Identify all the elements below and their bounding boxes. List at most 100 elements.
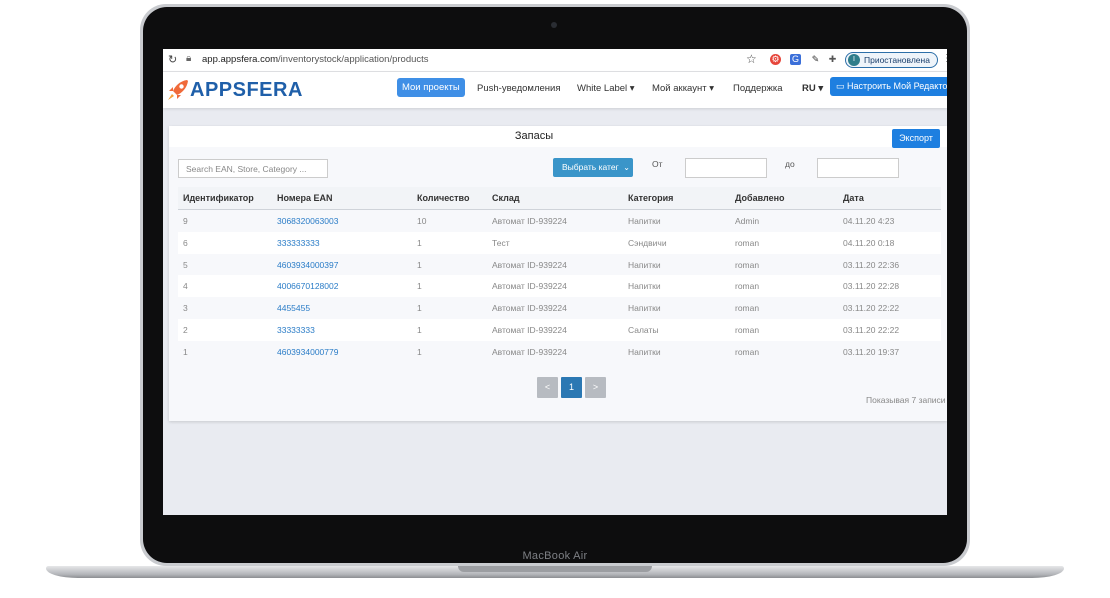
- url-host: app.appsfera.com: [202, 54, 279, 65]
- cell-warehouse: Автомат ID-939224: [492, 259, 567, 270]
- table-row: 1 4603934000779 1 Автомат ID-939224 Напи…: [178, 341, 941, 363]
- monitor-icon: ▭: [836, 81, 848, 91]
- cell-quantity: 1: [417, 259, 422, 270]
- export-button[interactable]: Экспорт: [892, 129, 940, 148]
- col-date[interactable]: Дата: [843, 193, 864, 203]
- translate-icon[interactable]: G: [790, 54, 801, 65]
- cell-id: 2: [183, 324, 188, 335]
- browser-toolbar: ↻ 🔒︎ app.appsfera.com/inventorystock/app…: [163, 49, 947, 72]
- cell-quantity: 10: [417, 216, 427, 226]
- cell-warehouse: Автомат ID-939224: [492, 324, 567, 335]
- inventory-card: Запасы Экспорт Search EAN, Store, Catego…: [169, 126, 947, 421]
- cell-category: Напитки: [628, 259, 661, 270]
- cell-ean-link[interactable]: 3068320063003: [277, 216, 338, 226]
- nav-push-notifications[interactable]: Push-уведомления: [477, 83, 560, 94]
- cell-date: 03.11.20 22:36: [843, 259, 900, 270]
- cell-id: 9: [183, 216, 188, 226]
- cell-added-by: roman: [735, 303, 760, 314]
- cell-added-by: roman: [735, 237, 760, 248]
- col-warehouse[interactable]: Склад: [492, 193, 520, 203]
- cell-category: Сэндвичи: [628, 237, 667, 248]
- browser-menu-icon[interactable]: ⋮: [942, 53, 947, 64]
- col-ean[interactable]: Номера EAN: [277, 193, 333, 203]
- page-1-button[interactable]: 1: [561, 377, 582, 398]
- address-bar[interactable]: app.appsfera.com/inventorystock/applicat…: [202, 54, 429, 65]
- cell-warehouse: Автомат ID-939224: [492, 346, 567, 357]
- rocket-logo-icon[interactable]: [165, 77, 191, 103]
- cell-quantity: 1: [417, 237, 422, 248]
- webcam: [551, 22, 557, 28]
- configure-editor-label: Настроить Мой Редактор: [847, 81, 947, 91]
- cell-id: 5: [183, 259, 188, 270]
- cell-ean-link[interactable]: 4455455: [277, 303, 310, 313]
- cell-date: 03.11.20 19:37: [843, 346, 900, 357]
- cell-quantity: 1: [417, 324, 422, 335]
- cell-ean-link[interactable]: 333333333: [277, 238, 320, 248]
- cell-added-by: roman: [735, 346, 760, 357]
- cell-date: 04.11.20 0:18: [843, 237, 895, 248]
- next-page-button[interactable]: >: [585, 377, 606, 398]
- records-info: Показывая 7 записи: [866, 395, 946, 405]
- extensions-puzzle-icon[interactable]: ✚: [827, 54, 838, 65]
- device-model-label: MacBook Air: [522, 550, 588, 562]
- cell-quantity: 1: [417, 346, 422, 357]
- cell-date: 03.11.20 22:22: [843, 324, 900, 335]
- date-from-label: От: [652, 159, 663, 169]
- cell-ean-link[interactable]: 4603934000397: [277, 260, 338, 270]
- nav-my-projects[interactable]: Мои проекты: [397, 78, 465, 97]
- cell-ean-link[interactable]: 4006670128002: [277, 281, 338, 291]
- nav-support[interactable]: Поддержка: [733, 83, 783, 94]
- cell-added-by: Admin: [735, 216, 760, 226]
- cell-date: 03.11.20 22:28: [843, 281, 900, 292]
- profile-avatar: I: [848, 54, 860, 66]
- cell-category: Напитки: [628, 216, 661, 226]
- col-id[interactable]: Идентификатор: [183, 193, 254, 203]
- page-title: Запасы: [514, 130, 554, 142]
- cell-quantity: 1: [417, 281, 422, 292]
- table-row: 3 4455455 1 Автомат ID-939224 Напитки ro…: [178, 297, 941, 319]
- profile-button[interactable]: I Приостановлена: [845, 52, 938, 68]
- cell-category: Напитки: [628, 346, 661, 357]
- date-to-input[interactable]: [817, 158, 899, 178]
- date-from-input[interactable]: [685, 158, 767, 178]
- cell-quantity: 1: [417, 303, 422, 314]
- app-header: APPSFERA Мои проекты Push-уведомления Wh…: [163, 72, 947, 108]
- extension-icon-red[interactable]: ⚙: [770, 54, 781, 65]
- table-header: Идентификатор Номера EAN Количество Скла…: [178, 187, 941, 210]
- col-added-by[interactable]: Добавлено: [735, 193, 785, 203]
- col-quantity[interactable]: Количество: [417, 193, 469, 203]
- configure-editor-button[interactable]: ▭ Настроить Мой Редактор: [830, 77, 947, 96]
- search-input[interactable]: Search EAN, Store, Category ...: [178, 159, 328, 178]
- prev-page-button[interactable]: <: [537, 377, 558, 398]
- cell-ean-link[interactable]: 33333333: [277, 325, 315, 335]
- cell-warehouse: Автомат ID-939224: [492, 303, 567, 314]
- table-row: 4 4006670128002 1 Автомат ID-939224 Напи…: [178, 275, 941, 298]
- category-select[interactable]: Выбрать катег ⌄: [553, 158, 633, 177]
- pen-extension-icon[interactable]: ✎: [810, 54, 821, 65]
- table-row: 9 3068320063003 10 Автомат ID-939224 Нап…: [178, 210, 941, 232]
- logo-text[interactable]: APPSFERA: [190, 79, 303, 102]
- cell-id: 4: [183, 281, 188, 292]
- lock-icon[interactable]: 🔒︎: [186, 53, 191, 64]
- screen: ↻ 🔒︎ app.appsfera.com/inventorystock/app…: [163, 49, 947, 515]
- nav-language[interactable]: RU ▾: [802, 83, 823, 94]
- reload-icon[interactable]: ↻: [168, 53, 177, 66]
- nav-my-account[interactable]: Мой аккаунт ▾: [652, 83, 714, 94]
- bookmark-star-icon[interactable]: ☆: [746, 52, 757, 66]
- col-category[interactable]: Категория: [628, 193, 673, 203]
- url-path: /inventorystock/application/products: [278, 54, 429, 65]
- profile-status: Приостановлена: [864, 55, 930, 65]
- cell-added-by: roman: [735, 281, 760, 292]
- cell-added-by: roman: [735, 324, 760, 335]
- table-row: 2 33333333 1 Автомат ID-939224 Салаты ro…: [178, 318, 941, 341]
- cell-added-by: roman: [735, 259, 760, 270]
- cell-category: Салаты: [628, 324, 659, 335]
- table-body: 9 3068320063003 10 Автомат ID-939224 Нап…: [178, 210, 941, 363]
- cell-date: 04.11.20 4:23: [843, 216, 895, 226]
- cell-ean-link[interactable]: 4603934000779: [277, 347, 338, 357]
- cell-warehouse: Тест: [492, 237, 510, 248]
- cell-category: Напитки: [628, 281, 661, 292]
- nav-white-label[interactable]: White Label ▾: [577, 83, 635, 94]
- category-select-value: Выбрать катег: [562, 162, 619, 172]
- cell-date: 03.11.20 22:22: [843, 303, 900, 314]
